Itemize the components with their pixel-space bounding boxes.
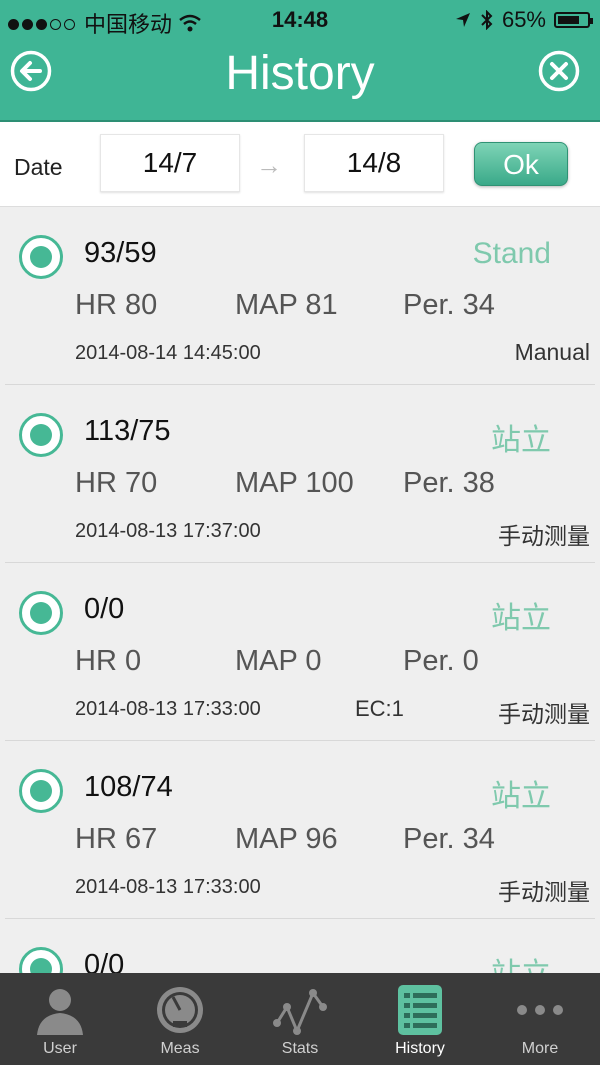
tab-user[interactable]: User bbox=[0, 973, 120, 1065]
posture: 站立 bbox=[491, 949, 551, 973]
timestamp: 2014-08-14 14:45:00 bbox=[75, 342, 261, 364]
measure-mode: 手动测量 bbox=[498, 879, 590, 905]
tab-meas[interactable]: Meas bbox=[120, 973, 240, 1065]
gauge-icon bbox=[157, 987, 203, 1033]
heart-rate: HR 0 bbox=[75, 645, 142, 677]
close-icon[interactable] bbox=[538, 50, 580, 92]
posture: 站立 bbox=[491, 602, 551, 635]
tab-label: More bbox=[521, 1040, 559, 1057]
per-value: Per. 0 bbox=[403, 645, 479, 677]
tab-label: History bbox=[395, 1040, 445, 1057]
mean-arterial-pressure: MAP 96 bbox=[235, 823, 338, 855]
per-value: Per. 34 bbox=[403, 823, 495, 855]
heart-rate: HR 70 bbox=[75, 467, 158, 499]
user-icon bbox=[37, 989, 83, 1035]
radio-selected-icon[interactable] bbox=[19, 591, 63, 635]
blood-pressure: 0/0 bbox=[84, 949, 125, 973]
per-value: Per. 38 bbox=[403, 467, 495, 499]
measure-mode: 手动测量 bbox=[498, 701, 590, 727]
radio-selected-icon[interactable] bbox=[19, 413, 63, 457]
list-item[interactable]: 113/75 站立 HR 70 MAP 100 Per. 38 2014-08-… bbox=[5, 385, 595, 563]
tab-history[interactable]: History bbox=[360, 973, 480, 1065]
posture: 站立 bbox=[491, 424, 551, 457]
measure-mode: Manual bbox=[514, 339, 590, 365]
heart-rate: HR 80 bbox=[75, 289, 158, 321]
timestamp: 2014-08-13 17:37:00 bbox=[75, 520, 261, 542]
radio-selected-icon[interactable] bbox=[19, 947, 63, 973]
measure-mode: 手动测量 bbox=[498, 523, 590, 549]
tab-stats[interactable]: Stats bbox=[240, 973, 360, 1065]
range-arrow-icon: → bbox=[256, 150, 282, 180]
tab-label: Stats bbox=[281, 1040, 319, 1057]
radio-selected-icon[interactable] bbox=[19, 235, 63, 279]
posture: Stand bbox=[472, 237, 551, 270]
ok-button[interactable]: Ok bbox=[474, 142, 568, 186]
date-label: Date bbox=[14, 154, 63, 180]
mean-arterial-pressure: MAP 0 bbox=[235, 645, 322, 677]
list-item[interactable]: 0/0 站立 bbox=[5, 919, 595, 973]
list-item[interactable]: 93/59 Stand HR 80 MAP 81 Per. 34 2014-08… bbox=[5, 207, 595, 385]
blood-pressure: 0/0 bbox=[84, 593, 125, 625]
heart-rate: HR 67 bbox=[75, 823, 158, 855]
mean-arterial-pressure: MAP 81 bbox=[235, 289, 338, 321]
error-code: EC:1 bbox=[355, 696, 404, 721]
per-value: Per. 34 bbox=[403, 289, 495, 321]
bluetooth-icon bbox=[481, 10, 493, 30]
history-list-icon bbox=[398, 985, 442, 1035]
status-bar: 中国移动 14:48 65% bbox=[0, 0, 600, 38]
tab-bar: User Meas Stats History More bbox=[0, 973, 600, 1065]
to-date-field[interactable]: 14/8 bbox=[304, 134, 444, 192]
radio-selected-icon[interactable] bbox=[19, 769, 63, 813]
mean-arterial-pressure: MAP 100 bbox=[235, 467, 354, 499]
blood-pressure: 113/75 bbox=[84, 415, 171, 447]
history-list[interactable]: 93/59 Stand HR 80 MAP 81 Per. 34 2014-08… bbox=[0, 207, 600, 973]
nav-bar: History bbox=[0, 38, 600, 122]
location-arrow-icon bbox=[455, 13, 470, 27]
tab-label: User bbox=[43, 1040, 77, 1057]
timestamp: 2014-08-13 17:33:00 bbox=[75, 876, 261, 898]
timestamp: 2014-08-13 17:33:00 bbox=[75, 698, 261, 720]
more-dots-icon bbox=[517, 1005, 563, 1015]
battery-icon bbox=[554, 12, 593, 28]
blood-pressure: 108/74 bbox=[84, 771, 173, 803]
battery-percent: 65% bbox=[501, 7, 546, 32]
blood-pressure: 93/59 bbox=[84, 237, 157, 269]
line-chart-icon bbox=[273, 989, 327, 1035]
page-title: History bbox=[225, 47, 375, 100]
list-item[interactable]: 108/74 站立 HR 67 MAP 96 Per. 34 2014-08-1… bbox=[5, 741, 595, 919]
from-date-field[interactable]: 14/7 bbox=[100, 134, 240, 192]
posture: 站立 bbox=[491, 780, 551, 813]
list-item[interactable]: 0/0 站立 HR 0 MAP 0 Per. 0 2014-08-13 17:3… bbox=[5, 563, 595, 741]
tab-more[interactable]: More bbox=[480, 973, 600, 1065]
tab-label: Meas bbox=[160, 1040, 200, 1057]
